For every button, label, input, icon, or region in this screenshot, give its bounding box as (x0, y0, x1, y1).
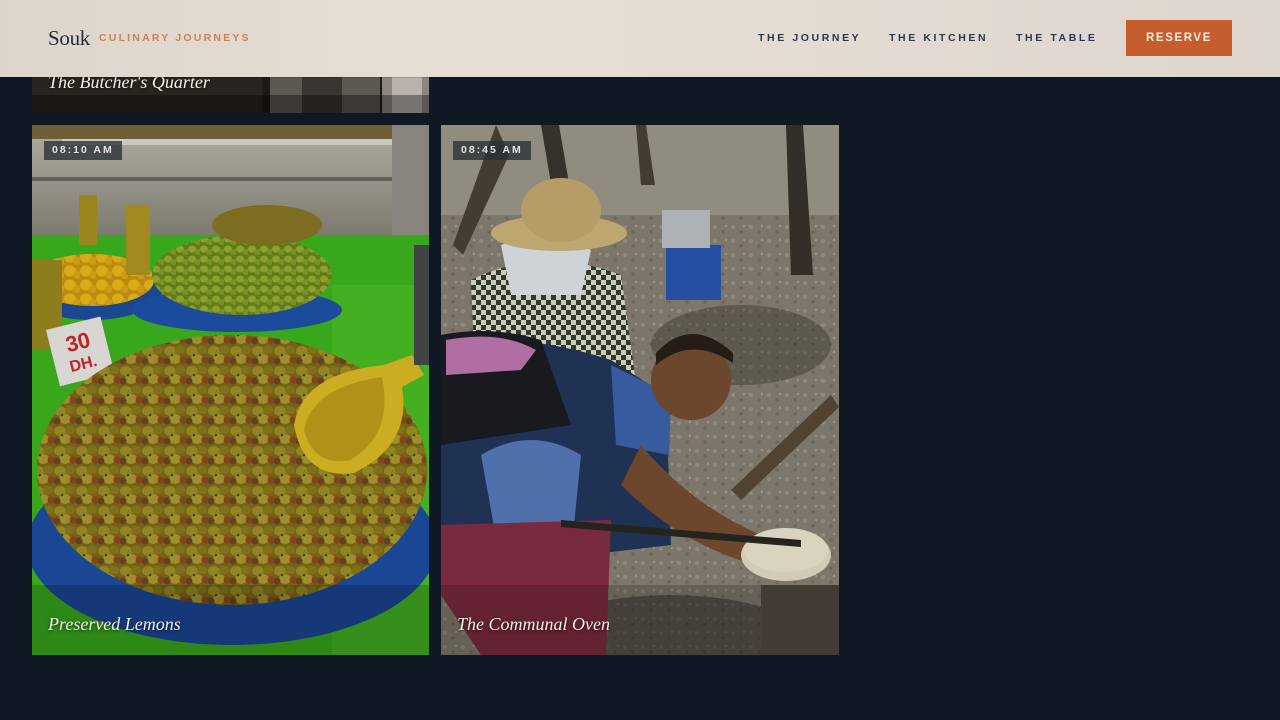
reserve-button[interactable]: RESERVE (1126, 20, 1232, 56)
time-badge: 08:10 AM (44, 141, 122, 160)
market-olives-photo: 30 DH. (32, 125, 429, 655)
nav-the-kitchen[interactable]: THE KITCHEN (889, 32, 988, 44)
gallery-card-preserved-lemons[interactable]: 30 DH. 08:10 AM Preserved Lemons (32, 125, 429, 655)
card-caption: Preserved Lemons (48, 614, 181, 634)
nav-the-table[interactable]: THE TABLE (1016, 32, 1098, 44)
brand-logo[interactable]: Souk (48, 26, 90, 51)
card-caption: The Communal Oven (457, 614, 610, 634)
site-header: Souk CULINARY JOURNEYS THE JOURNEY THE K… (0, 0, 1280, 77)
communal-oven-photo (441, 125, 839, 655)
nav-the-journey[interactable]: THE JOURNEY (758, 32, 861, 44)
gallery-card-communal-oven[interactable]: 08:45 AM The Communal Oven (441, 125, 839, 655)
brand-tagline: CULINARY JOURNEYS (99, 32, 251, 44)
time-badge: 08:45 AM (453, 141, 531, 160)
